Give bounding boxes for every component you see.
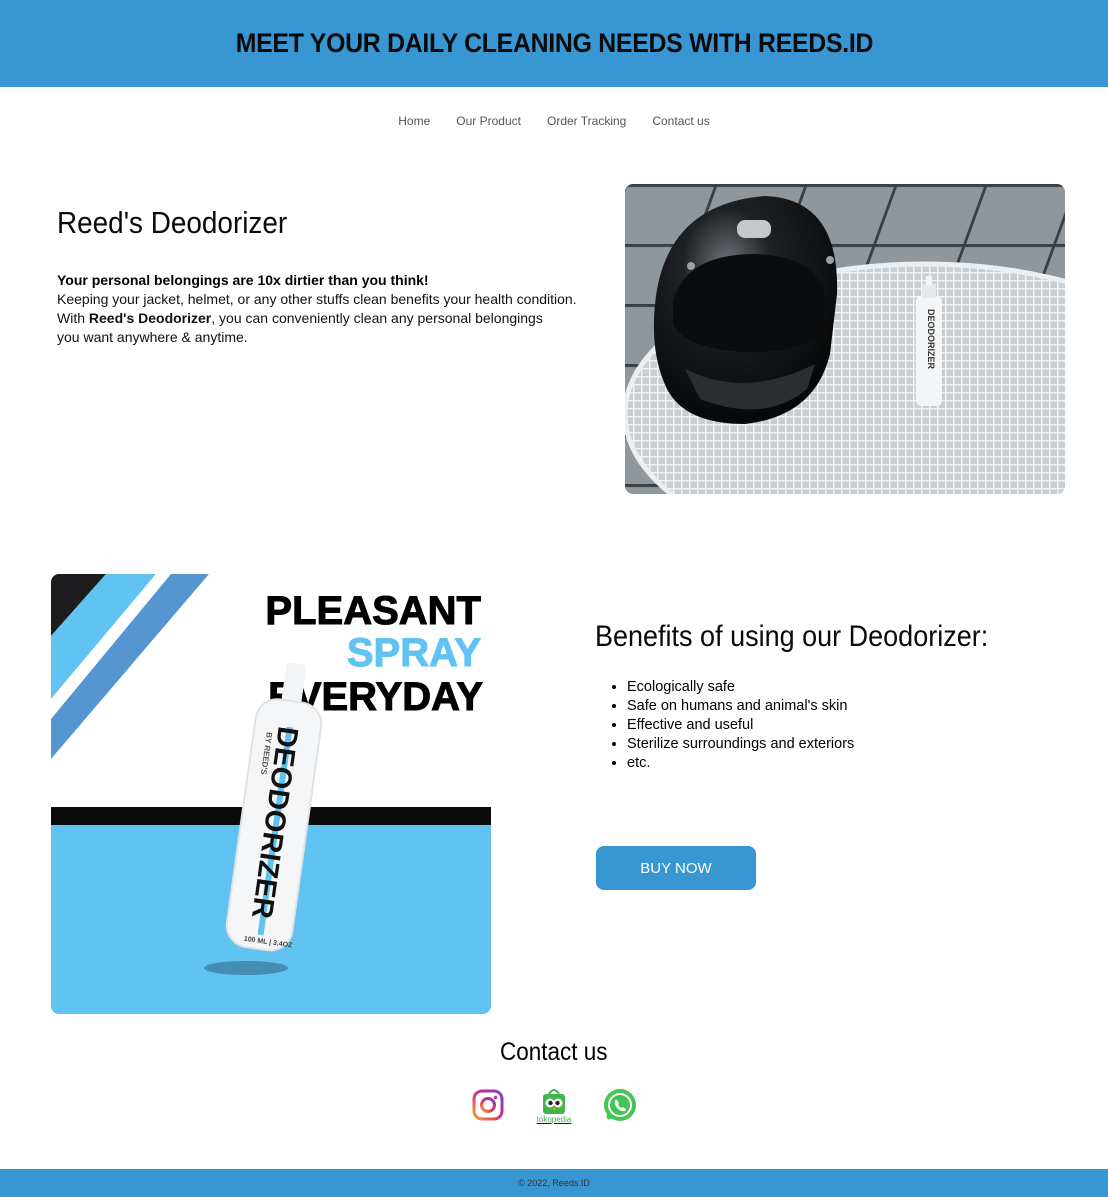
hero-line-2-suffix: , you can conveniently clean any persona…: [211, 310, 543, 326]
list-item: Ecologically safe: [627, 678, 1075, 697]
main-nav: Home Our Product Order Tracking Contact …: [0, 114, 1108, 128]
whatsapp-icon[interactable]: [600, 1085, 640, 1125]
benefits-section: Benefits of using our Deodorizer: Ecolog…: [595, 620, 1075, 773]
hero-section: Reed's Deodorizer Your personal belongin…: [57, 205, 617, 347]
site-headline: MEET YOUR DAILY CLEANING NEEDS WITH REED…: [235, 28, 873, 58]
hero-line-2-bold: Reed's Deodorizer: [88, 310, 212, 326]
nav-home[interactable]: Home: [398, 114, 430, 128]
footer: © 2022, Reeds.ID: [0, 1169, 1108, 1197]
contact-section: Contact us: [0, 1038, 1108, 1067]
hero-line-2-prefix: With: [57, 310, 89, 326]
list-item: etc.: [627, 754, 1075, 773]
top-banner: MEET YOUR DAILY CLEANING NEEDS WITH REED…: [0, 0, 1108, 87]
promo-line-pleasant: PLEASANT: [265, 589, 481, 633]
list-item: Sterilize surroundings and exteriors: [627, 735, 1075, 754]
copyright-text: © 2022, Reeds.ID: [518, 1178, 590, 1188]
hero-line-3: you want anywhere & anytime.: [57, 329, 248, 345]
nav-contact-us[interactable]: Contact us: [652, 114, 709, 128]
buy-now-button[interactable]: BUY NOW: [596, 846, 756, 890]
helmet-product-photo: DEODORIZER: [625, 184, 1065, 494]
list-item: Effective and useful: [627, 716, 1075, 735]
nav-order-tracking[interactable]: Order Tracking: [547, 114, 626, 128]
photo-bottle-label: DEODORIZER: [926, 309, 936, 370]
promo-line-spray: SPRAY: [347, 631, 481, 675]
product-title: Reed's Deodorizer: [57, 205, 288, 240]
benefits-title: Benefits of using our Deodorizer:: [595, 620, 989, 653]
tokopedia-label: tokopedia: [536, 1115, 572, 1124]
instagram-icon[interactable]: [468, 1085, 508, 1125]
social-links: tokopedia: [0, 1085, 1108, 1125]
list-item: Safe on humans and animal's skin: [627, 697, 1075, 716]
contact-title: Contact us: [500, 1038, 608, 1066]
hero-line-1: Keeping your jacket, helmet, or any othe…: [57, 291, 577, 307]
hero-line-2: With Reed's Deodorizer, you can convenie…: [57, 309, 617, 328]
nav-our-product[interactable]: Our Product: [456, 114, 521, 128]
promo-banner: PLEASANT SPRAY EVERYDAY BY REED'S DEODOR…: [51, 574, 491, 1014]
hero-lead: Your personal belongings are 10x dirtier…: [57, 272, 429, 288]
tokopedia-icon[interactable]: tokopedia: [534, 1085, 574, 1125]
benefits-list: Ecologically safe Safe on humans and ani…: [627, 678, 1075, 773]
